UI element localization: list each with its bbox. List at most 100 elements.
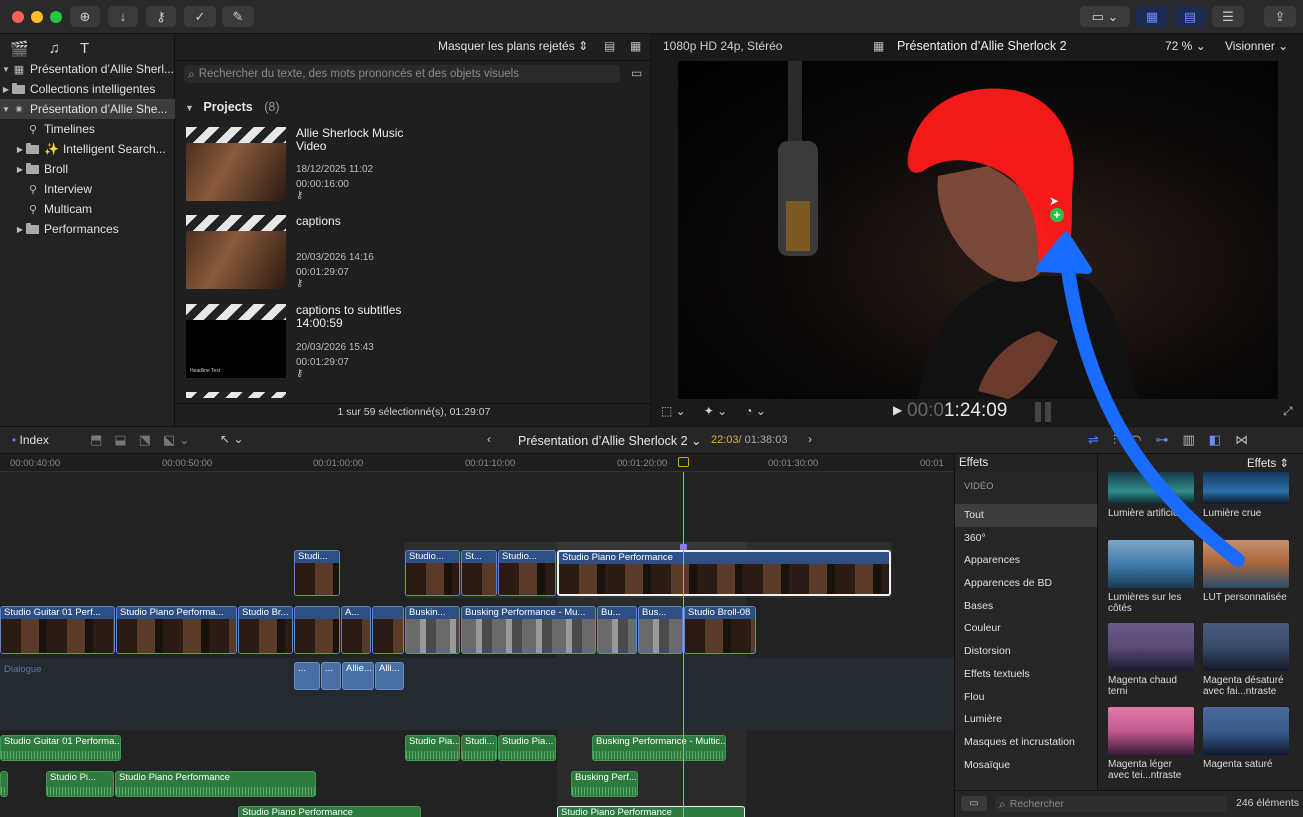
disclosure-closed-icon[interactable]: ▶: [14, 145, 26, 154]
disclosure-closed-icon[interactable]: ▶: [14, 225, 26, 234]
video-clip[interactable]: Bus...: [638, 606, 683, 654]
category-keying[interactable]: Masques et incrustation: [955, 731, 1097, 754]
append-clip-icon[interactable]: ⬔: [139, 432, 151, 448]
effect-item[interactable]: Magenta léger avec tei...ntraste: [1108, 707, 1194, 781]
zoom-menu[interactable]: 72 % ⌄: [1165, 39, 1206, 53]
sidebar-item-library[interactable]: ▼ ▦ Présentation d’Allie Sherl...: [0, 59, 175, 79]
effect-item[interactable]: Lumière crue: [1203, 472, 1289, 519]
category-distortion[interactable]: Distorsion: [955, 640, 1097, 663]
audio-clip[interactable]: Studio Guitar 01 Performa...: [0, 735, 121, 761]
download-button[interactable]: ↓: [108, 6, 138, 27]
view-menu[interactable]: Visionner ⌄: [1225, 39, 1288, 53]
dialogue-clip[interactable]: Alli...: [375, 662, 404, 690]
timeline-ruler[interactable]: 00:00:40:00 00:00:50:00 00:01:00:00 00:0…: [0, 454, 954, 472]
play-button[interactable]: ▶: [893, 403, 902, 417]
category-blur[interactable]: Flou: [955, 686, 1097, 709]
video-clip[interactable]: Studi...: [294, 550, 340, 596]
connect-clip-icon[interactable]: ⬒: [90, 432, 102, 448]
category-text-effects[interactable]: Effets textuels: [955, 663, 1097, 686]
transform-icon[interactable]: ⬚ ⌄: [661, 404, 686, 418]
category-comic-looks[interactable]: Apparences de BD: [955, 572, 1097, 595]
show-inspector-button[interactable]: ☰: [1212, 6, 1244, 27]
snapping-icon[interactable]: ⊶: [1156, 432, 1169, 448]
effect-item[interactable]: Magenta désaturé avec fai...ntraste: [1203, 623, 1289, 697]
timeline-index-button[interactable]: • Index: [12, 433, 49, 447]
project-item[interactable]: Allie Sherlock Music Video 18/12/2025 11…: [186, 127, 606, 209]
video-frame[interactable]: ➤ +: [678, 61, 1278, 399]
close-window-button[interactable]: [12, 11, 24, 23]
video-clip[interactable]: Studio Br...: [238, 606, 293, 654]
video-clip[interactable]: St...: [461, 550, 497, 596]
sidebar-item-multicam[interactable]: ⚲ Multicam: [0, 199, 175, 219]
video-clip[interactable]: Studio...: [405, 550, 460, 596]
category-looks[interactable]: Apparences: [955, 549, 1097, 572]
effects-browser-icon[interactable]: ◧: [1209, 432, 1221, 448]
timecode-display[interactable]: 00:01:24:09: [907, 400, 1007, 422]
selected-audio-clip[interactable]: Studio Piano Performance: [557, 806, 745, 817]
video-clip[interactable]: Bu...: [597, 606, 637, 654]
category-basics[interactable]: Bases: [955, 595, 1097, 618]
timeline-title[interactable]: Présentation d’Allie Sherlock 2 ⌄: [518, 433, 702, 448]
sidebar-item-timelines[interactable]: ⚲ Timelines: [0, 119, 175, 139]
headphones-icon[interactable]: ◠: [1130, 432, 1141, 448]
filmstrip-view-icon[interactable]: ▦: [630, 39, 641, 53]
minimize-window-button[interactable]: [31, 11, 43, 23]
audio-clip[interactable]: Studio Pia...: [498, 735, 556, 761]
video-clip[interactable]: Studio...: [498, 550, 556, 596]
timeline[interactable]: Studi... Studio... St... Studio... Studi…: [0, 472, 954, 817]
sidebar-item-event[interactable]: ▼ ✷ Présentation d’Allie She...: [0, 99, 175, 119]
video-clip[interactable]: Busking Performance - Mu...: [461, 606, 596, 654]
effects-search-input[interactable]: ⌕ Rechercher: [995, 796, 1227, 812]
storyline-handle[interactable]: [680, 544, 687, 550]
dialogue-clip[interactable]: ...: [294, 662, 320, 690]
export-button[interactable]: ⇪: [1264, 6, 1296, 27]
show-timeline-button[interactable]: ▤: [1174, 6, 1206, 27]
browser-search-input[interactable]: ⌕ Rechercher du texte, des mots prononcé…: [184, 65, 620, 83]
audio-clip[interactable]: Studio Pi...: [46, 771, 114, 797]
category-all[interactable]: Tout: [955, 504, 1097, 527]
audio-clip[interactable]: Studio Pia...: [405, 735, 460, 761]
sidebar-item-interview[interactable]: ⚲ Interview: [0, 179, 175, 199]
sidebar-item-performances[interactable]: ▶ Performances: [0, 219, 175, 239]
select-tool-menu[interactable]: ↖ ⌄: [220, 432, 243, 446]
category-light[interactable]: Lumière: [955, 708, 1097, 731]
category-color[interactable]: Couleur: [955, 617, 1097, 640]
effect-item[interactable]: Lumières sur les côtés: [1108, 540, 1194, 614]
filter-window-icon[interactable]: ▭: [631, 66, 642, 80]
effects-menu[interactable]: Effets ⇕: [1247, 456, 1289, 470]
audio-clip[interactable]: Busking Performance - Multic...: [592, 735, 726, 761]
audio-clip[interactable]: [0, 771, 8, 797]
dialogue-clip[interactable]: Allie...: [342, 662, 374, 690]
disclosure-closed-icon[interactable]: ▶: [14, 165, 26, 174]
video-clip[interactable]: [372, 606, 404, 654]
disclosure-open-icon[interactable]: ▼: [0, 105, 12, 114]
audio-clip[interactable]: Busking Perf...: [571, 771, 638, 797]
zoom-window-button[interactable]: [50, 11, 62, 23]
effect-item[interactable]: Magenta chaud terni: [1108, 623, 1194, 697]
audio-clip[interactable]: Studio Piano Performance: [238, 806, 421, 817]
enhance-wand-icon[interactable]: ✦ ⌄: [704, 404, 727, 418]
clip-appearance-icon[interactable]: ▥: [1183, 432, 1195, 448]
video-clip[interactable]: Studio Broll-08: [684, 606, 756, 654]
skimming-icon[interactable]: ⇌: [1088, 432, 1099, 448]
transitions-browser-icon[interactable]: ⋈: [1235, 432, 1248, 448]
overwrite-clip-icon[interactable]: ⬕ ⌄: [163, 432, 190, 448]
background-tasks-button[interactable]: ✓: [184, 6, 216, 27]
effect-item[interactable]: LUT personnalisée: [1203, 540, 1289, 603]
project-item[interactable]: captions 20/03/2026 14:16 00:01:29:07 ⚷: [186, 215, 606, 297]
clip-filter-menu[interactable]: Masquer les plans rejetés ⇕: [438, 39, 588, 53]
keywords-button[interactable]: ⚷: [146, 6, 176, 27]
sidebar-item-smart-collections[interactable]: ▶ Collections intelligentes: [0, 79, 175, 99]
show-browser-button[interactable]: ▦: [1136, 6, 1168, 27]
effect-item[interactable]: Magenta saturé: [1203, 707, 1289, 770]
audio-skimming-icon[interactable]: ⫶: [1113, 432, 1116, 448]
selected-video-clip[interactable]: Studio Piano Performance: [557, 550, 891, 596]
sidebar-item-broll[interactable]: ▶ Broll: [0, 159, 175, 179]
retime-speed-icon[interactable]: ◔ ⌄: [745, 404, 766, 418]
effect-item[interactable]: Lumière artificielle: [1108, 472, 1194, 519]
playhead-head[interactable]: [678, 457, 689, 467]
video-clip[interactable]: Studio Piano Performa...: [116, 606, 237, 654]
disclosure-closed-icon[interactable]: ▶: [0, 85, 12, 94]
clip-appearance-icon[interactable]: ▤: [604, 39, 615, 53]
video-clip[interactable]: A...: [341, 606, 371, 654]
